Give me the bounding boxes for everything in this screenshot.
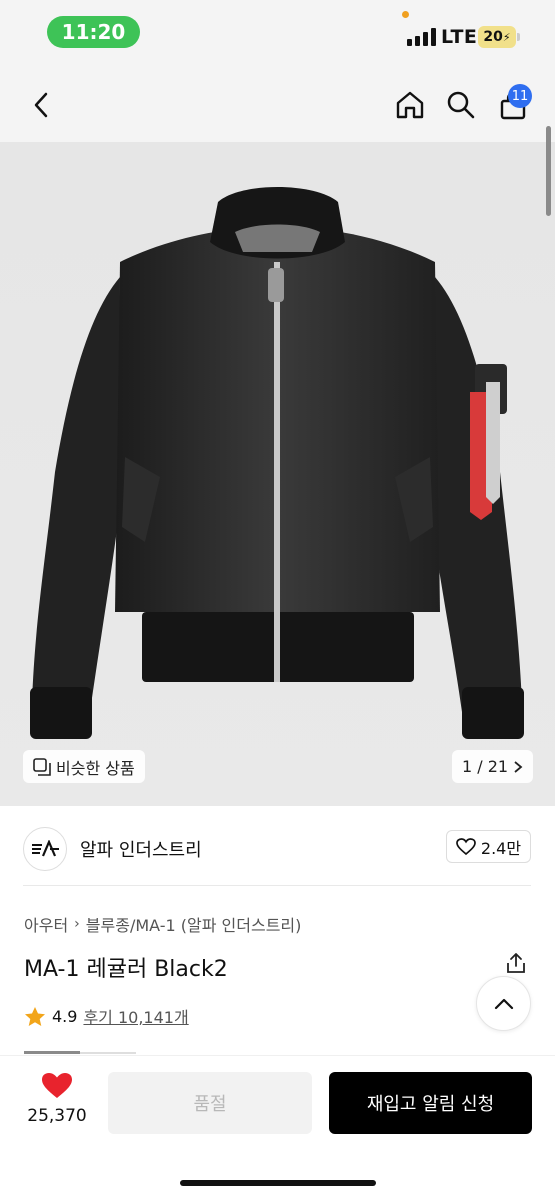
camera-indicator-icon	[402, 11, 409, 18]
star-icon	[25, 1006, 45, 1026]
page-scrollbar[interactable]	[546, 126, 551, 216]
brand-logo[interactable]	[23, 827, 67, 871]
rating-row: 4.9 후기 10,141개	[24, 1004, 189, 1028]
home-indicator	[180, 1180, 376, 1186]
signal-icon	[407, 28, 436, 46]
wishlist-button[interactable]: 25,370	[22, 1072, 92, 1126]
status-time: 11:20	[47, 16, 140, 48]
page-indicator-text: 1 / 21	[462, 757, 509, 776]
breadcrumb-item[interactable]: 아우터	[24, 912, 68, 936]
breadcrumb-item[interactable]: 블루종/MA-1 (알파 인더스트리)	[86, 912, 302, 936]
chevron-right-icon	[514, 760, 523, 773]
share-icon	[507, 953, 525, 973]
copy-icon	[33, 757, 51, 776]
chevron-left-icon	[34, 92, 48, 118]
wishlist-count: 25,370	[27, 1106, 87, 1126]
top-nav	[0, 68, 555, 142]
breadcrumb: 아우터 › 블루종/MA-1 (알파 인더스트리)	[24, 912, 301, 936]
similar-products-button[interactable]: 비슷한 상품	[23, 750, 145, 783]
network-label: LTE	[441, 26, 478, 48]
heart-outline-icon	[456, 837, 476, 855]
scroll-top-button[interactable]	[476, 976, 531, 1031]
similar-products-label: 비슷한 상품	[56, 758, 135, 778]
search-icon	[447, 91, 475, 119]
brand-like-button[interactable]: 2.4만	[446, 830, 531, 863]
divider	[23, 885, 531, 886]
product-title: MA-1 레귤러 Black2	[24, 957, 228, 982]
battery-icon: 20 ⚡	[478, 26, 520, 48]
rating-score: 4.9	[52, 1006, 78, 1026]
home-button[interactable]	[393, 88, 427, 122]
brand-row: 알파 인더스트리 2.4만	[0, 806, 555, 886]
tab-indicator	[24, 1051, 80, 1054]
brand-name[interactable]: 알파 인더스트리	[80, 836, 202, 862]
back-button[interactable]	[26, 90, 56, 120]
tab-track	[80, 1052, 136, 1054]
cart-count-badge: 11	[508, 84, 532, 108]
search-button[interactable]	[444, 88, 478, 122]
chevron-right-icon: ›	[74, 916, 80, 932]
product-image	[0, 142, 555, 806]
share-button[interactable]	[505, 952, 527, 978]
reviews-link[interactable]: 후기 10,141개	[83, 1004, 188, 1028]
status-bar: 11:20 LTE 20 ⚡	[0, 0, 555, 68]
battery-level: 20	[483, 29, 503, 45]
heart-icon	[42, 1073, 72, 1098]
restock-alert-button[interactable]: 재입고 알림 신청	[329, 1072, 532, 1134]
alpha-logo-icon	[32, 840, 59, 857]
soldout-button[interactable]: 품절	[108, 1072, 312, 1134]
image-page-indicator[interactable]: 1 / 21	[452, 750, 534, 783]
chevron-up-icon	[494, 998, 513, 1009]
product-image-gallery[interactable]	[0, 142, 555, 806]
home-icon	[396, 91, 424, 119]
brand-like-count: 2.4만	[480, 838, 522, 858]
